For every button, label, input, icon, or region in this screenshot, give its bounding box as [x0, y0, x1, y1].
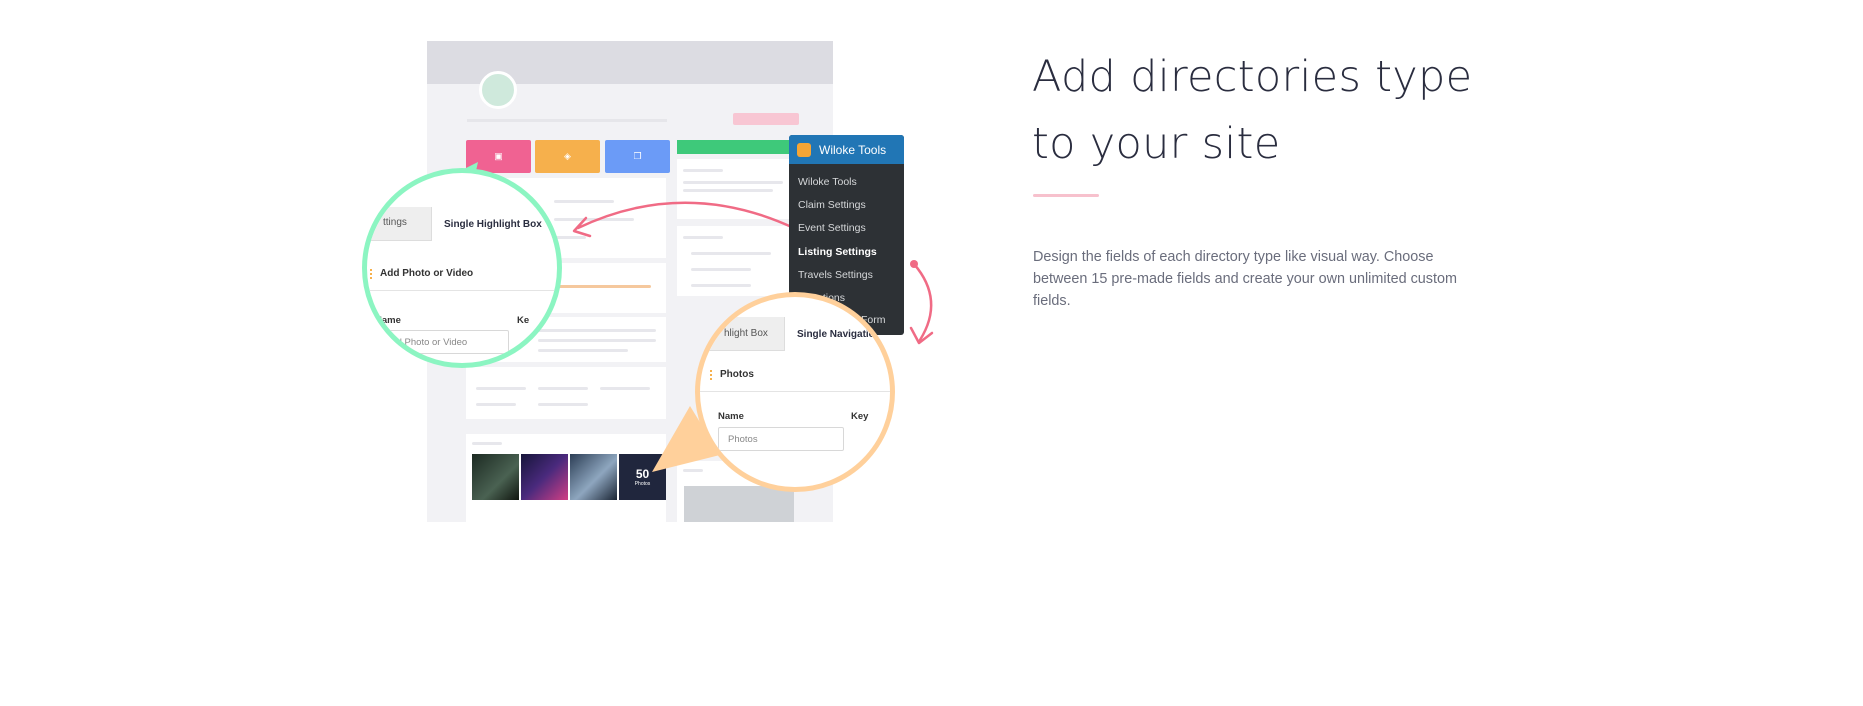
section-add-photo-or-video[interactable]: Add Photo or Video [367, 257, 557, 291]
tab-settings[interactable]: ttings [383, 217, 407, 228]
name-field-label: Name [718, 411, 744, 422]
tab-label: Single Navigation [797, 328, 881, 340]
title-divider [1033, 194, 1099, 197]
section-photos[interactable]: Photos [700, 358, 890, 392]
section-title: Photos [720, 369, 754, 380]
name-input-placeholder: Photos [728, 433, 758, 445]
name-input[interactable]: Photos [718, 427, 844, 451]
feature-title-line-1: Add directories type [1032, 52, 1473, 102]
key-field-label: Key [851, 411, 869, 422]
settings-tabs: ttings Single Highlight Box [367, 207, 557, 241]
feature-title-line-2: to your site [1032, 119, 1281, 169]
tab-single-navigation[interactable]: Single Navigation [784, 317, 890, 351]
wiloke-tools-header[interactable]: Wiloke Tools [789, 135, 904, 164]
wiloke-tools-title: Wiloke Tools [819, 142, 887, 157]
drag-handle-icon[interactable] [370, 268, 374, 279]
name-input-placeholder: Add Photo or Video [385, 336, 468, 348]
menu-item-claim-settings[interactable]: Claim Settings [798, 199, 866, 211]
drag-handle-icon[interactable] [710, 369, 714, 380]
menu-item-travels-settings[interactable]: Travels Settings [798, 269, 873, 281]
hero-illustration: ▣ ◈ ❒ 50 Photos Wiloke Tools Wiloke Tool… [0, 0, 1000, 706]
settings-tabs: hlight Box Single Navigation [700, 317, 890, 351]
magnifier-navigation: hlight Box Single Navigation Photos Name… [695, 292, 895, 492]
tab-single-highlight-box[interactable]: Single Highlight Box [431, 207, 555, 241]
feature-description: Design the fields of each directory type… [1033, 249, 1457, 309]
name-field-label: Name [375, 315, 401, 326]
tab-highlight-box[interactable]: hlight Box [724, 328, 768, 339]
menu-item-event-settings[interactable]: Event Settings [798, 222, 866, 234]
feature-title: Add directories type to your site [1032, 44, 1552, 178]
box-icon [797, 142, 811, 157]
tab-label: Single Highlight Box [444, 218, 542, 230]
menu-item-wiloke-tools[interactable]: Wiloke Tools [798, 176, 857, 188]
magnifier-highlight-box: ttings Single Highlight Box Add Photo or… [362, 168, 562, 368]
key-field-label: Ke [517, 315, 530, 326]
name-input[interactable]: Add Photo or Video [375, 330, 509, 354]
menu-item-listing-settings[interactable]: Listing Settings [798, 246, 877, 258]
section-title: Add Photo or Video [380, 268, 474, 279]
